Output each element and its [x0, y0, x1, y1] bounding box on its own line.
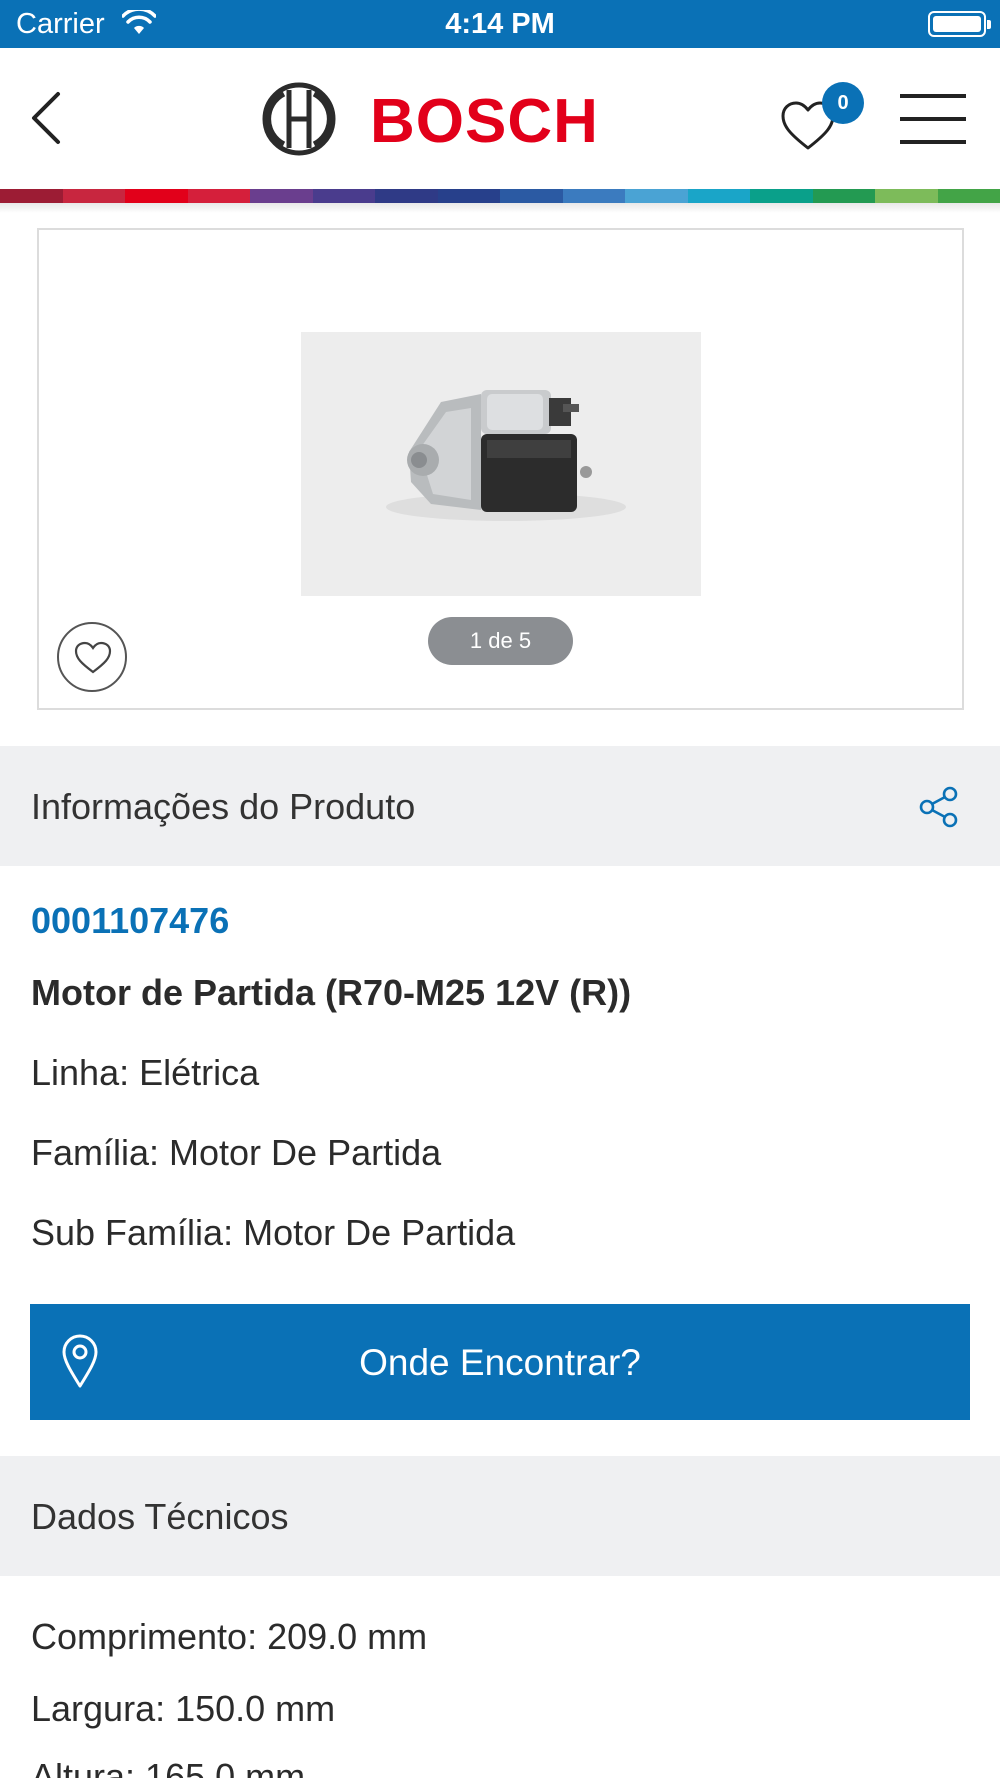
add-to-favorites-button[interactable] — [57, 622, 127, 692]
color-strip-segment — [0, 189, 63, 203]
where-to-find-button[interactable]: Onde Encontrar? — [30, 1304, 970, 1420]
product-info-header: Informações do Produto — [0, 746, 1000, 866]
technical-data-header: Dados Técnicos — [0, 1456, 1000, 1576]
product-info-title: Informações do Produto — [31, 786, 416, 827]
bosch-logo: BOSCH — [262, 82, 602, 156]
color-strip-segment — [687, 189, 750, 203]
product-gallery[interactable]: 1 de 5 — [37, 228, 964, 710]
part-number: 0001107476 — [31, 900, 230, 941]
spec-width: Largura: 150.0 mm — [31, 1688, 336, 1729]
product-sub-family: Sub Família: Motor De Partida — [31, 1212, 516, 1253]
menu-button[interactable] — [900, 92, 966, 146]
brand-name: BOSCH — [370, 87, 599, 156]
color-strip-segment — [625, 189, 688, 203]
color-strip-segment — [125, 189, 188, 203]
battery-icon — [928, 11, 991, 37]
color-strip-segment — [375, 189, 438, 203]
color-strip-segment — [437, 189, 500, 203]
color-strip-segment — [562, 189, 625, 203]
color-strip-segment — [875, 189, 938, 203]
color-strip-segment — [750, 189, 813, 203]
technical-data-title: Dados Técnicos — [31, 1496, 289, 1537]
product-image[interactable] — [301, 332, 701, 596]
color-strip-segment — [250, 189, 313, 203]
product-line: Linha: Elétrica — [31, 1052, 260, 1093]
color-strip-segment — [500, 189, 563, 203]
spec-length: Comprimento: 209.0 mm — [31, 1616, 428, 1657]
color-strip-segment — [312, 189, 375, 203]
bosch-armature-icon — [262, 82, 336, 156]
back-button[interactable] — [26, 90, 66, 146]
product-family: Família: Motor De Partida — [31, 1132, 442, 1173]
product-name: Motor de Partida (R70-M25 12V (R)) — [31, 972, 632, 1013]
color-strip-segment — [187, 189, 250, 203]
brand-color-strip — [0, 189, 1000, 203]
favorites-count-badge: 0 — [822, 82, 864, 124]
gallery-page-indicator: 1 de 5 — [428, 617, 573, 665]
where-to-find-label: Onde Encontrar? — [359, 1342, 641, 1383]
favorites-button[interactable]: 0 — [780, 82, 870, 162]
status-time: 4:14 PM — [445, 8, 555, 40]
status-bar: Carrier 4:14 PM — [0, 0, 1000, 48]
color-strip-segment — [62, 189, 125, 203]
share-icon[interactable] — [918, 786, 960, 828]
color-strip-segment — [937, 189, 1000, 203]
nav-bar: BOSCH 0 — [0, 48, 1000, 189]
menu-icon — [900, 94, 966, 98]
starter-motor-illustration — [386, 390, 626, 521]
heart-icon — [74, 641, 112, 674]
spec-height: Altura: 165.0 mm — [31, 1756, 306, 1778]
color-strip-segment — [812, 189, 875, 203]
